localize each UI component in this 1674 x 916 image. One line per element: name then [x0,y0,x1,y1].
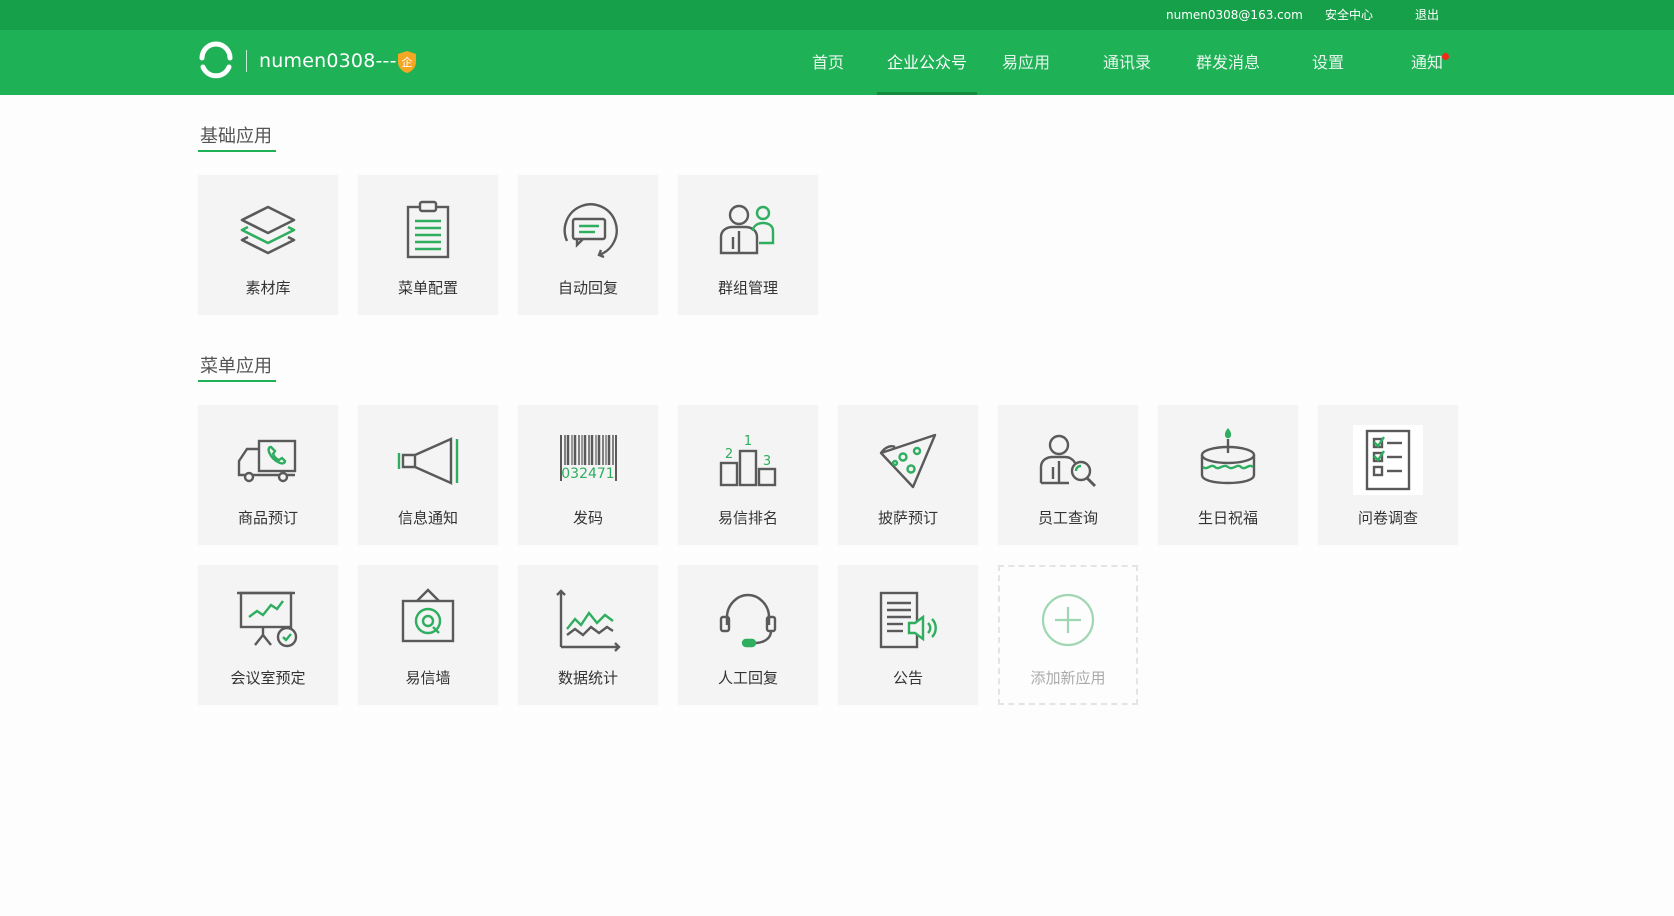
employee-search-icon [1039,434,1097,488]
nav-contacts[interactable]: 通讯录 [1096,30,1158,95]
headset-icon [719,593,777,648]
section-underline-menu [198,380,276,382]
auto-reply-icon [563,203,618,259]
account-name: numen0308--- [259,50,397,72]
group-users-icon [719,204,775,255]
app-label: 发码 [572,509,603,527]
app-tile-menu-config[interactable]: 菜单配置 [358,175,498,315]
enterprise-badge-text: 企 [402,55,413,69]
top-strip: numen0308@163.com 安全中心 退出 [0,0,1674,30]
app-label: 人工回复 [717,669,778,687]
presentation-board-icon [237,591,298,648]
megaphone-icon [397,437,459,485]
app-label: 自动回复 [557,279,618,297]
app-label: 菜单配置 [397,279,458,297]
photo-wall-icon [401,588,455,643]
app-tile-info-notice[interactable]: 信息通知 [358,405,498,545]
main-header: numen0308--- 企 首页 企业公众号 易应用 通讯录 群发消息 设置 … [0,30,1674,95]
user-email: numen0308@163.com [1166,8,1303,22]
section-title-menu: 菜单应用 [200,356,272,377]
app-tile-employee-query[interactable]: 员工查询 [998,405,1138,545]
nav-settings[interactable]: 设置 [1306,30,1350,95]
barcode-icon: 032471 [560,435,617,482]
app-tile-manual-reply[interactable]: 人工回复 [678,565,818,705]
app-tile-issue-code[interactable]: 032471 发码 [518,405,658,545]
app-tile-announcement[interactable]: 公告 [838,565,978,705]
nav-home[interactable]: 首页 [800,30,856,95]
app-label: 员工查询 [1037,509,1098,527]
add-circle-icon [1041,593,1095,647]
app-logo-icon[interactable] [196,41,236,81]
notification-dot [1442,53,1449,60]
rank-1-label: 1 [744,434,752,449]
security-center-link[interactable]: 安全中心 [1325,8,1373,22]
nav-notifications[interactable]: 通知 [1405,30,1449,95]
app-tile-data-stats[interactable]: 数据统计 [518,565,658,705]
app-tile-product-order[interactable]: 商品预订 [198,405,338,545]
app-label: 数据统计 [557,669,618,687]
rank-3-label: 3 [763,454,771,469]
app-label: 易信墙 [405,669,451,687]
clipboard-list-icon [406,200,450,259]
ranking-podium-icon: 2 1 3 [719,434,777,487]
app-tile-meeting-room[interactable]: 会议室预定 [198,565,338,705]
app-tile-survey[interactable]: 问卷调查 [1318,405,1458,545]
enterprise-badge-icon: 企 [398,51,416,73]
logout-link[interactable]: 退出 [1415,8,1439,22]
delivery-truck-icon [237,439,297,483]
app-label: 商品预订 [237,509,298,527]
app-label: 信息通知 [397,509,458,527]
app-label: 易信排名 [717,509,778,527]
nav-enterprise-account[interactable]: 企业公众号 [877,30,977,95]
app-tile-photo-wall[interactable]: 易信墙 [358,565,498,705]
app-label: 素材库 [245,279,291,297]
pizza-slice-icon [879,433,937,489]
app-label: 问卷调查 [1357,509,1418,527]
app-tile-birthday-wishes[interactable]: 生日祝福 [1158,405,1298,545]
add-new-app-tile[interactable]: 添加新应用 [998,565,1138,705]
survey-checklist-icon [1353,425,1423,495]
app-label: 添加新应用 [1030,669,1106,687]
app-label: 生日祝福 [1197,509,1258,527]
layers-icon [240,205,296,255]
app-tile-auto-reply[interactable]: 自动回复 [518,175,658,315]
app-label: 群组管理 [717,279,778,297]
nav-broadcast[interactable]: 群发消息 [1190,30,1266,95]
section-title-basic: 基础应用 [200,126,272,147]
barcode-digits: 032471 [561,466,614,482]
line-chart-icon [556,589,621,652]
app-tile-material-library[interactable]: 素材库 [198,175,338,315]
section-underline-basic [198,150,276,152]
app-tile-group-management[interactable]: 群组管理 [678,175,818,315]
app-tile-ranking[interactable]: 2 1 3 易信排名 [678,405,818,545]
app-tile-pizza-order[interactable]: 披萨预订 [838,405,978,545]
birthday-cake-icon [1200,427,1256,485]
app-label: 会议室预定 [230,669,306,687]
announcement-icon [879,591,937,649]
logo-divider [246,50,247,72]
nav-easy-apps[interactable]: 易应用 [996,30,1056,95]
app-label: 公告 [892,669,923,687]
app-label: 披萨预订 [877,509,938,527]
rank-2-label: 2 [725,447,733,462]
